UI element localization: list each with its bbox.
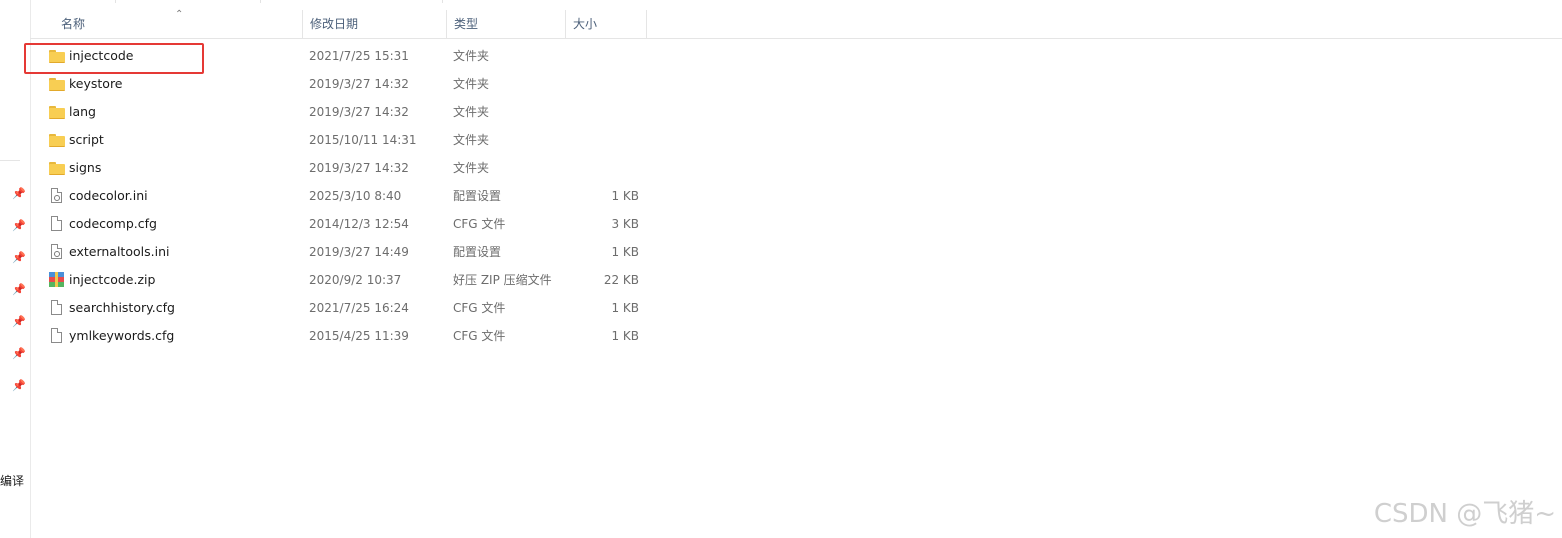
folder-icon bbox=[48, 160, 66, 176]
file-row[interactable]: lang 2019/3/27 14:32 文件夹 bbox=[30, 98, 690, 126]
file-type: CFG 文件 bbox=[453, 301, 506, 315]
folder-icon bbox=[48, 76, 66, 92]
file-type: 配置设置 bbox=[453, 245, 502, 259]
file-icon bbox=[48, 300, 66, 316]
file-name: keystore bbox=[69, 76, 123, 91]
file-modified-date: 2020/9/2 10:37 bbox=[309, 273, 402, 287]
red-highlight-box bbox=[24, 43, 204, 74]
settings-file-icon bbox=[48, 188, 66, 204]
folder-icon bbox=[48, 104, 66, 120]
file-type: 文件夹 bbox=[453, 105, 490, 119]
file-type: 文件夹 bbox=[453, 77, 490, 91]
pin-icon[interactable]: 📌 bbox=[12, 188, 26, 200]
file-size bbox=[570, 154, 639, 182]
column-header-type[interactable]: 类型 bbox=[447, 10, 566, 38]
pin-icon[interactable]: 📌 bbox=[12, 284, 26, 296]
file-row[interactable]: externaltools.ini 2019/3/27 14:49 配置设置 1 KB bbox=[30, 238, 690, 266]
file-name: codecolor.ini bbox=[69, 188, 148, 203]
file-size: 1 KB bbox=[611, 189, 639, 203]
file-list: injectcode 2021/7/25 15:31 文件夹 keystore 2019… bbox=[30, 42, 690, 350]
file-row[interactable]: searchhistory.cfg 2021/7/25 16:24 CFG 文件 1 … bbox=[30, 294, 690, 322]
file-row[interactable]: ymlkeywords.cfg 2015/4/25 11:39 CFG 文件 1 KB bbox=[30, 322, 690, 350]
file-name: externaltools.ini bbox=[69, 244, 170, 259]
file-name: codecomp.cfg bbox=[69, 216, 157, 231]
file-type: 文件夹 bbox=[453, 49, 490, 63]
nav-item-label[interactable]: 编译 bbox=[0, 472, 30, 489]
folder-icon bbox=[48, 132, 66, 148]
zip-archive-icon bbox=[48, 272, 66, 288]
file-size bbox=[570, 98, 639, 126]
file-modified-date: 2021/7/25 16:24 bbox=[309, 301, 409, 315]
file-type: 文件夹 bbox=[453, 161, 490, 175]
nav-divider bbox=[0, 160, 20, 161]
column-header-date-label: 修改日期 bbox=[310, 17, 359, 31]
file-modified-date: 2019/3/27 14:32 bbox=[309, 105, 409, 119]
watermark: CSDN @飞猪~ bbox=[1373, 499, 1556, 529]
file-modified-date: 2019/3/27 14:32 bbox=[309, 77, 409, 91]
column-header-row: 名称 ⌃ 修改日期 类型 大小 bbox=[30, 10, 1562, 39]
file-explorer-window: 📌 📌 📌 📌 📌 📌 📌 编译 名称 ⌃ 修改日期 类型 大小 injectc… bbox=[0, 0, 1562, 538]
sort-ascending-icon: ⌃ bbox=[175, 9, 184, 20]
navigation-pane: 📌 📌 📌 📌 📌 📌 📌 编译 bbox=[0, 0, 31, 538]
file-size bbox=[570, 126, 639, 154]
file-row[interactable]: signs 2019/3/27 14:32 文件夹 bbox=[30, 154, 690, 182]
file-row[interactable]: codecomp.cfg 2014/12/3 12:54 CFG 文件 3 KB bbox=[30, 210, 690, 238]
file-name: script bbox=[69, 132, 104, 147]
toolbar-edge bbox=[30, 0, 1562, 3]
column-header-type-label: 类型 bbox=[454, 17, 479, 31]
file-modified-date: 2021/7/25 15:31 bbox=[309, 49, 409, 63]
pin-icon[interactable]: 📌 bbox=[12, 348, 26, 360]
file-name: injectcode.zip bbox=[69, 272, 156, 287]
file-size: 22 KB bbox=[603, 273, 639, 287]
file-name: searchhistory.cfg bbox=[69, 300, 175, 315]
column-header-date[interactable]: 修改日期 bbox=[303, 10, 447, 38]
file-modified-date: 2014/12/3 12:54 bbox=[309, 217, 409, 231]
file-modified-date: 2019/3/27 14:32 bbox=[309, 161, 409, 175]
file-modified-date: 2015/10/11 14:31 bbox=[309, 133, 417, 147]
file-icon bbox=[48, 216, 66, 232]
file-name: signs bbox=[69, 160, 102, 175]
file-row[interactable]: keystore 2019/3/27 14:32 文件夹 bbox=[30, 70, 690, 98]
file-modified-date: 2015/4/25 11:39 bbox=[309, 329, 409, 343]
file-size: 1 KB bbox=[611, 329, 639, 343]
pin-icon[interactable]: 📌 bbox=[12, 316, 26, 328]
file-type: CFG 文件 bbox=[453, 329, 506, 343]
pin-icon[interactable]: 📌 bbox=[12, 380, 26, 392]
file-icon bbox=[48, 328, 66, 344]
settings-file-icon bbox=[48, 244, 66, 260]
file-modified-date: 2019/3/27 14:49 bbox=[309, 245, 409, 259]
file-row[interactable]: codecolor.ini 2025/3/10 8:40 配置设置 1 KB bbox=[30, 182, 690, 210]
file-name: lang bbox=[69, 104, 96, 119]
file-type: CFG 文件 bbox=[453, 217, 506, 231]
file-type: 好压 ZIP 压缩文件 bbox=[453, 273, 552, 287]
pin-icon[interactable]: 📌 bbox=[12, 252, 26, 264]
file-size: 3 KB bbox=[611, 217, 639, 231]
file-type: 文件夹 bbox=[453, 133, 490, 147]
file-name: ymlkeywords.cfg bbox=[69, 328, 175, 343]
file-size bbox=[570, 70, 639, 98]
column-header-size-label: 大小 bbox=[573, 17, 598, 31]
column-header-name-label: 名称 bbox=[61, 17, 86, 31]
column-header-size[interactable]: 大小 bbox=[566, 10, 647, 38]
file-type: 配置设置 bbox=[453, 189, 502, 203]
file-size: 1 KB bbox=[611, 245, 639, 259]
file-modified-date: 2025/3/10 8:40 bbox=[309, 189, 402, 203]
file-size bbox=[570, 42, 639, 70]
file-size: 1 KB bbox=[611, 301, 639, 315]
pin-icon[interactable]: 📌 bbox=[12, 220, 26, 232]
file-row[interactable]: injectcode.zip 2020/9/2 10:37 好压 ZIP 压缩文件 2… bbox=[30, 266, 690, 294]
file-row[interactable]: script 2015/10/11 14:31 文件夹 bbox=[30, 126, 690, 154]
